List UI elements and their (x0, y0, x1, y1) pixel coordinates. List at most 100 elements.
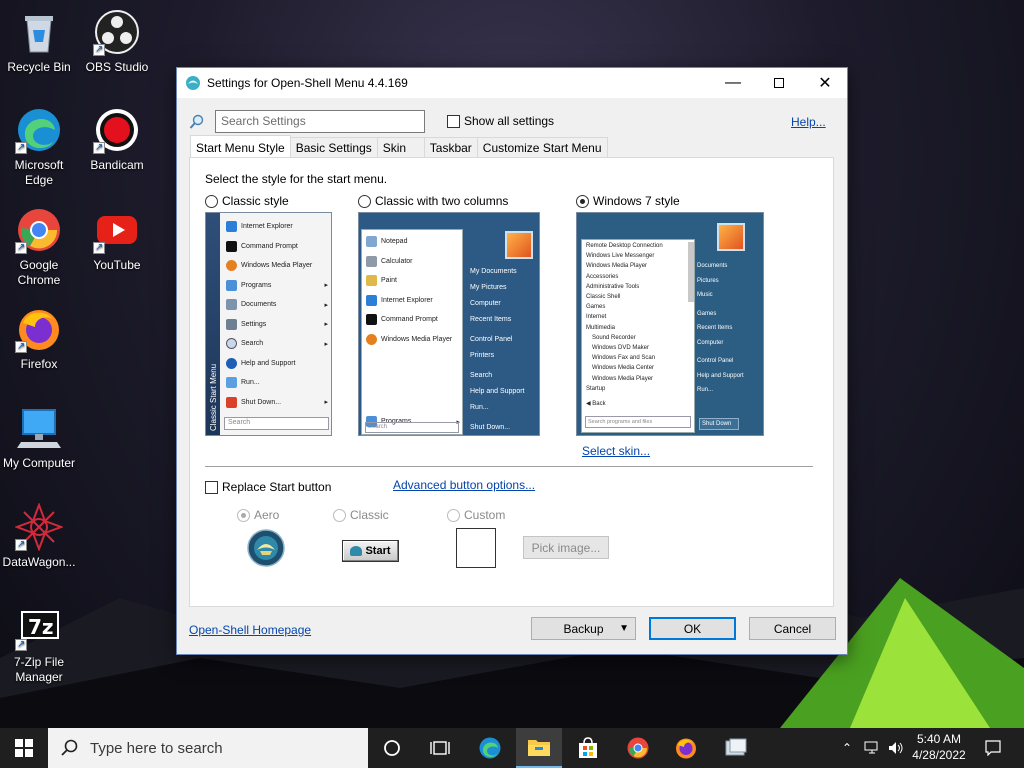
backup-button[interactable]: Backup ▼ (531, 617, 636, 640)
shutdown-icon (226, 396, 237, 408)
list-item: Programs ▸ (222, 276, 330, 296)
classic-side-label: Classic Start Menu (209, 363, 218, 431)
desktop-icon-recycle-bin[interactable]: Recycle Bin (0, 8, 78, 75)
tab-start-menu-style[interactable]: Start Menu Style (190, 135, 291, 157)
shortcut-arrow-icon (15, 140, 27, 155)
show-hidden-icons-button[interactable]: ⌃ (838, 728, 856, 768)
list-item: Help and Support (697, 372, 744, 379)
list-item: Help and Support (470, 387, 525, 395)
list-item: Settings ▸ (222, 315, 330, 335)
classic-style-preview[interactable]: Classic Start Menu Internet Explorer Com… (205, 212, 332, 436)
help-icon (226, 357, 237, 369)
tab-customize-start-menu[interactable]: Customize Start Menu (476, 137, 608, 157)
desktop-icon-youtube[interactable]: YouTube (78, 206, 156, 273)
classic-item-list: Internet Explorer Command Prompt Windows… (222, 217, 330, 412)
desktop-icon-firefox[interactable]: Firefox (0, 305, 78, 372)
radio-custom-button[interactable]: Custom (447, 508, 505, 522)
desktop-icon-obs-studio[interactable]: OBS Studio (78, 8, 156, 75)
shortcut-arrow-icon (15, 637, 27, 652)
speaker-icon (889, 742, 903, 754)
windows-7-style-preview[interactable]: Remote Desktop Connection Windows Live M… (576, 212, 764, 436)
radio-aero[interactable]: Aero (237, 508, 279, 522)
list-item: Internet Explorer (222, 217, 330, 237)
win7-program-list: Remote Desktop Connection Windows Live M… (582, 240, 694, 394)
list-item: Pictures (697, 277, 719, 284)
tab-panel: Select the style for the start menu. Cla… (189, 157, 834, 607)
tab-basic-settings[interactable]: Basic Settings (289, 137, 378, 157)
window-titlebar[interactable]: Settings for Open-Shell Menu 4.4.169 — ✕ (177, 68, 847, 98)
taskbar-chrome-button[interactable] (618, 728, 658, 768)
ok-button[interactable]: OK (649, 617, 736, 640)
show-all-settings-checkbox[interactable]: Show all settings (447, 114, 554, 128)
radio-classic-two-columns[interactable]: Classic with two columns (358, 194, 508, 208)
win7-right-pane: Documents Pictures Music Games Recent It… (697, 259, 763, 398)
volume-button[interactable] (884, 728, 908, 768)
desktop-icon-bandicam[interactable]: Bandicam (78, 106, 156, 173)
network-status-button[interactable] (860, 728, 884, 768)
pick-image-button[interactable]: Pick image... (523, 536, 609, 559)
system-clock[interactable]: 5:40 AM 4/28/2022 (906, 731, 972, 763)
radio-circle (447, 508, 460, 522)
list-item: Windows DVD Maker (592, 345, 650, 352)
show-all-settings-label: Show all settings (464, 114, 555, 128)
classic-start-label: Start (365, 545, 391, 557)
cancel-button[interactable]: Cancel (749, 617, 836, 640)
radio-classic-button[interactable]: Classic (333, 508, 389, 522)
list-item: Games (586, 304, 606, 311)
desktop-icon-my-computer[interactable]: My Computer (0, 404, 78, 471)
maximize-button[interactable] (756, 68, 802, 98)
radio-classic-style[interactable]: Classic style (205, 194, 289, 208)
help-link[interactable]: Help... (791, 115, 826, 129)
taskbar-store-button[interactable] (568, 728, 608, 768)
tab-taskbar[interactable]: Taskbar (423, 137, 478, 157)
action-center-button[interactable] (978, 728, 1008, 768)
shortcut-arrow-icon (15, 339, 27, 354)
clock-time: 5:40 AM (916, 732, 962, 746)
select-skin-link[interactable]: Select skin... (582, 444, 650, 458)
close-icon: ✕ (818, 75, 832, 92)
desktop-icon-google-chrome[interactable]: Google Chrome (0, 206, 78, 288)
youtube-icon (93, 206, 141, 255)
cmd-icon (366, 314, 377, 326)
open-shell-homepage-link[interactable]: Open-Shell Homepage (189, 623, 311, 637)
minimize-button[interactable]: — (710, 68, 756, 98)
desktop-icon-label: Google Chrome (17, 258, 61, 287)
taskbar-file-explorer-button[interactable] (516, 728, 562, 768)
list-item: My Pictures (470, 283, 507, 291)
desktop-icon-datawagon[interactable]: DataWagon... (0, 502, 78, 570)
search-settings-input[interactable]: Search Settings (215, 110, 425, 133)
taskbar-firefox-button[interactable] (666, 728, 706, 768)
edge-icon (479, 737, 501, 759)
desktop-icon-microsoft-edge[interactable]: Microsoft Edge (0, 106, 78, 188)
network-icon (864, 741, 878, 754)
two-columns-preview[interactable]: Notepad Calculator Paint Internet Explor… (358, 212, 540, 436)
run-icon (226, 377, 237, 389)
replace-start-button-checkbox[interactable]: Replace Start button (205, 480, 331, 494)
desktop-icon-7zip[interactable]: 7z 7-Zip File Manager (0, 603, 78, 685)
task-view-button[interactable] (420, 728, 460, 768)
tab-skin[interactable]: Skin (376, 137, 425, 157)
list-item: Windows Media Player (586, 263, 648, 270)
win7-scrollbar (688, 242, 694, 302)
taskbar-open-shell-button[interactable] (716, 728, 756, 768)
search-row: Search Settings Show all settings Help..… (187, 110, 837, 134)
classic-search-box: Search (224, 417, 329, 430)
radio-circle (576, 194, 589, 208)
close-button[interactable]: ✕ (802, 68, 848, 98)
list-item: Paint (362, 271, 462, 291)
radio-label: Windows 7 style (593, 194, 680, 208)
start-button[interactable] (0, 728, 48, 768)
firefox-icon (676, 738, 696, 759)
taskbar-search-box[interactable]: Type here to search (48, 728, 368, 768)
search-icon (61, 739, 78, 756)
shortcut-arrow-icon (93, 140, 105, 155)
shortcut-arrow-icon (93, 42, 105, 57)
task-view-cortana-button[interactable] (372, 728, 412, 768)
list-item: Internet (586, 314, 607, 321)
radio-windows-7-style[interactable]: Windows 7 style (576, 194, 680, 208)
taskbar-edge-button[interactable] (470, 728, 510, 768)
advanced-button-options-link[interactable]: Advanced button options... (393, 478, 535, 492)
obs-studio-icon (93, 8, 141, 57)
list-item: Search (470, 371, 493, 379)
shortcut-arrow-icon (15, 537, 27, 552)
